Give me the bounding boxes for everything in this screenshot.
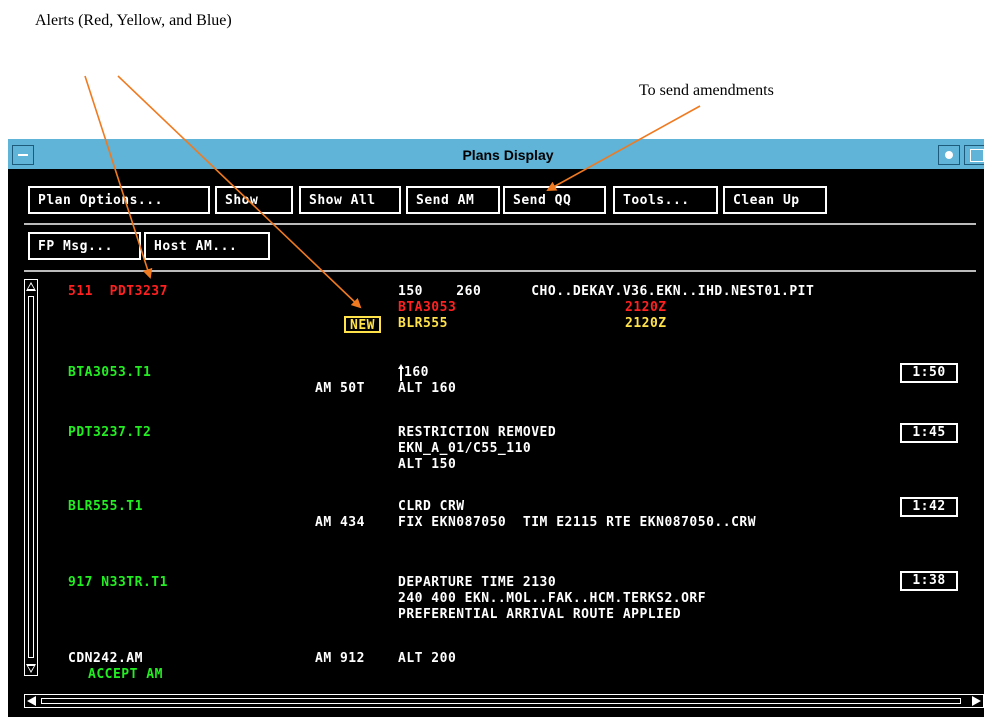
plan-line: PREFERENTIAL ARRIVAL ROUTE APPLIED [398,607,682,622]
send-amendments-annotation: To send amendments [639,82,774,99]
scroll-right-arrow-icon[interactable] [972,696,981,706]
scroll-down-arrow-icon[interactable] [26,664,36,673]
plan-line: DEPARTURE TIME 2130 [398,575,557,590]
timer-box: 1:42 [900,497,958,517]
minus-icon [18,154,28,156]
send-am-button[interactable]: Send AM [406,186,500,214]
plan-line: ALT 200 [398,651,457,666]
fp-msg-button[interactable]: FP Msg... [28,232,141,260]
plan-callsign[interactable]: BTA3053.T1 [68,365,151,381]
plan-am-label: AM 50T [315,381,365,396]
square-icon [970,149,984,162]
list-divider [24,270,976,272]
alert-time-yellow: 2120Z [625,316,667,331]
alert-time-red: 2120Z [625,300,667,315]
vertical-scroll-track[interactable] [28,296,34,658]
host-am-button[interactable]: Host AM... [144,232,270,260]
plan-callsign[interactable]: 511 PDT3237 [68,284,168,300]
plan-line: EKN_A_01/C55_110 [398,441,532,456]
timer-box: 1:45 [900,423,958,443]
title-bar[interactable]: Plans Display [8,139,984,171]
plan-callsign[interactable]: 917 N33TR.T1 [68,575,168,591]
plans-display-window: Plans Display Plan Options... Show Show … [8,139,984,717]
window-menu-button[interactable] [12,145,34,165]
clean-up-button[interactable]: Clean Up [723,186,827,214]
plan-am-label: AM 434 [315,515,365,530]
plan-callsign[interactable]: CDN242.AM [68,651,143,667]
plan-callsign[interactable]: BLR555.T1 [68,499,143,515]
window-title: Plans Display [462,147,554,163]
alert-callsign-yellow[interactable]: BLR555 [398,316,448,332]
caret-stem-icon [400,368,402,381]
plan-callsign[interactable]: PDT3237.T2 [68,425,151,441]
plan-options-button[interactable]: Plan Options... [28,186,210,214]
horizontal-scroll-track[interactable] [41,698,961,704]
minimize-button[interactable] [938,145,960,165]
show-button[interactable]: Show [215,186,293,214]
vertical-scrollbar[interactable] [24,279,38,676]
toolbar-divider [24,223,976,225]
plan-am-label: AM 912 [315,651,365,666]
plan-line: FIX EKN087050 TIM E2115 RTE EKN087050..C… [398,515,757,530]
maximize-button[interactable] [964,145,984,165]
show-all-button[interactable]: Show All [299,186,401,214]
plan-line: CLRD CRW [398,499,465,514]
timer-box: 1:50 [900,363,958,383]
plan-line: RESTRICTION REMOVED [398,425,557,440]
plan-line: 240 400 EKN..MOL..FAK..HCM.TERKS2.ORF [398,591,707,606]
alert-callsign-red[interactable]: BTA3053 [398,300,456,316]
timer-box: 1:38 [900,571,958,591]
send-qq-button[interactable]: Send QQ [503,186,606,214]
horizontal-scrollbar[interactable] [24,694,984,708]
plan-line: 160 [404,365,429,380]
alerts-annotation: Alerts (Red, Yellow, and Blue) [35,12,232,29]
plan-line: ALT 150 [398,457,457,472]
scroll-left-arrow-icon[interactable] [27,696,36,706]
dot-icon [945,151,953,159]
accept-am-status[interactable]: ACCEPT AM [88,667,163,683]
tools-button[interactable]: Tools... [613,186,718,214]
plan-route-line: 150 260 CHO..DEKAY.V36.EKN..IHD.NEST01.P… [398,284,815,299]
plan-line: ALT 160 [398,381,457,396]
scroll-up-arrow-icon[interactable] [26,282,36,291]
new-badge: NEW [344,316,381,333]
